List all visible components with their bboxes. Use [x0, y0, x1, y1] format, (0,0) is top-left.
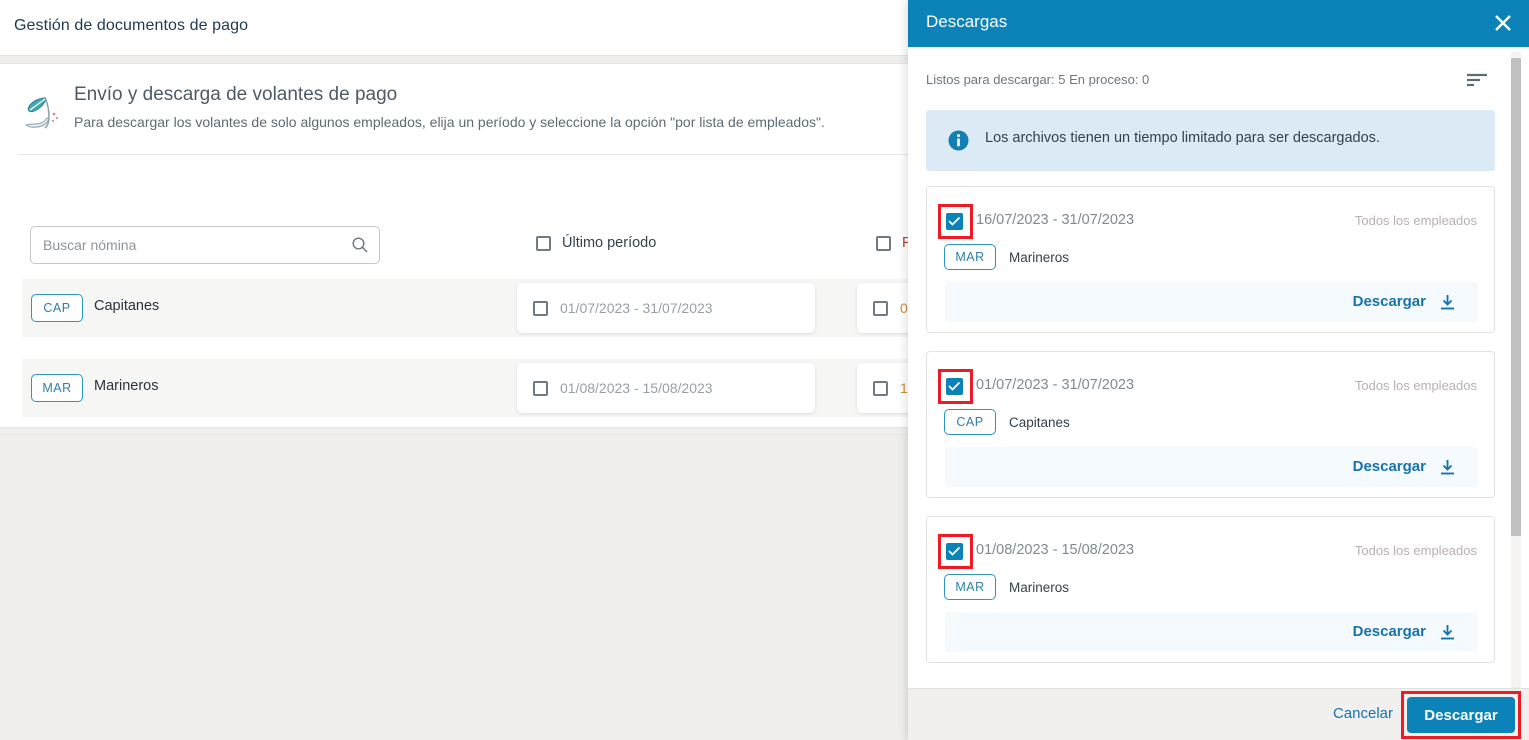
nomina-group-name: Marineros — [1009, 250, 1070, 265]
period-option[interactable]: 01/08/2023 - 15/08/2023 — [517, 363, 815, 413]
drawer-title: Descargas — [926, 12, 1008, 31]
download-link[interactable]: Descargar — [1353, 623, 1426, 640]
nomina-code-badge: MAR — [944, 574, 996, 600]
download-period-range: 01/07/2023 - 31/07/2023 — [976, 377, 1135, 393]
section-subtitle: Para descargar los volantes de solo algu… — [74, 114, 825, 130]
nomina-code-badge: CAP — [944, 409, 996, 435]
period-label-secondary: 0 — [900, 300, 908, 316]
download-link[interactable]: Descargar — [1353, 293, 1426, 310]
period-label: 01/08/2023 - 15/08/2023 — [560, 380, 713, 396]
download-scope: Todos los empleados — [1354, 543, 1477, 558]
download-scope: Todos los empleados — [1354, 213, 1477, 228]
download-item-card[interactable]: 16/07/2023 - 31/07/2023 Todos los emplea… — [926, 186, 1495, 333]
drawer-body: Los archivos tienen un tiempo limitado p… — [908, 95, 1513, 690]
nomina-group-name: Capitanes — [1009, 415, 1070, 430]
nomina-code-badge: MAR — [31, 374, 83, 402]
period-label: 01/07/2023 - 31/07/2023 — [560, 300, 713, 316]
quill-scroll-icon — [18, 92, 66, 132]
drawer-footer: Cancelar Descargar — [908, 688, 1529, 740]
nomina-name: Marineros — [94, 378, 159, 394]
download-period-range: 16/07/2023 - 31/07/2023 — [976, 212, 1135, 228]
checkbox-download-item[interactable] — [946, 543, 963, 560]
column-header-ultimo-periodo[interactable]: Último período — [536, 235, 656, 251]
checkbox-period[interactable] — [533, 380, 548, 396]
drawer-scrollbar[interactable] — [1511, 52, 1521, 694]
column-header-secondary[interactable]: P — [876, 235, 912, 251]
download-action-row[interactable]: Descargar — [945, 282, 1478, 322]
downloads-drawer: Descargas Listos para descargar: 5 En pr… — [908, 0, 1529, 740]
checkbox-secondary-column[interactable] — [876, 235, 891, 251]
search-input[interactable] — [43, 227, 353, 263]
info-icon — [948, 130, 969, 151]
search-icon[interactable] — [351, 236, 369, 254]
cancel-button[interactable]: Cancelar — [1333, 705, 1393, 722]
period-option[interactable]: 01/07/2023 - 31/07/2023 — [517, 283, 815, 333]
download-icon[interactable] — [1439, 624, 1456, 641]
confirm-download-button[interactable]: Descargar — [1407, 697, 1515, 733]
download-action-row[interactable]: Descargar — [945, 447, 1478, 487]
nomina-code-badge: CAP — [31, 294, 83, 322]
scrollbar-thumb[interactable] — [1511, 58, 1521, 536]
download-item-card[interactable]: 01/07/2023 - 31/07/2023 Todos los emplea… — [926, 351, 1495, 498]
download-action-row[interactable]: Descargar — [945, 612, 1478, 652]
close-icon[interactable] — [1487, 8, 1519, 38]
info-banner-text: Los archivos tienen un tiempo limitado p… — [985, 130, 1380, 146]
download-link[interactable]: Descargar — [1353, 458, 1426, 475]
drawer-meta-bar: Listos para descargar: 5 En proceso: 0 — [908, 47, 1513, 95]
nomina-group-name: Marineros — [1009, 580, 1070, 595]
info-banner: Los archivos tienen un tiempo limitado p… — [926, 110, 1495, 171]
period-label-secondary: 1 — [900, 380, 908, 396]
search-nomina-field[interactable] — [30, 226, 380, 264]
download-icon[interactable] — [1439, 459, 1456, 476]
column-header-label: Último período — [562, 235, 657, 251]
page-title: Gestión de documentos de pago — [14, 17, 249, 34]
download-scope: Todos los empleados — [1354, 378, 1477, 393]
checkbox-period-secondary[interactable] — [873, 380, 888, 396]
drawer-header: Descargas — [908, 0, 1529, 47]
download-icon[interactable] — [1439, 294, 1456, 311]
checkbox-period-secondary[interactable] — [873, 300, 888, 316]
checkbox-download-item[interactable] — [946, 378, 963, 395]
nomina-code-badge: MAR — [944, 244, 996, 270]
nomina-name: Capitanes — [94, 298, 160, 314]
download-period-range: 01/08/2023 - 15/08/2023 — [976, 542, 1135, 558]
sort-icon[interactable] — [1465, 71, 1489, 89]
drawer-counts: Listos para descargar: 5 En proceso: 0 — [926, 72, 1150, 87]
checkbox-period[interactable] — [533, 300, 548, 316]
download-item-card[interactable]: 01/08/2023 - 15/08/2023 Todos los emplea… — [926, 516, 1495, 663]
section-title: Envío y descarga de volantes de pago — [74, 84, 398, 105]
checkbox-ultimo-periodo[interactable] — [536, 235, 551, 251]
checkbox-download-item[interactable] — [946, 213, 963, 230]
